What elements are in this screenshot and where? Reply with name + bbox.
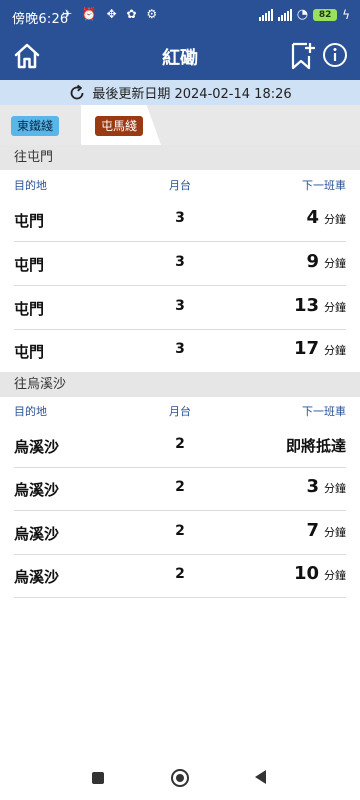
status-time: 傍晚6:26 <box>12 12 69 27</box>
eta-minutes: 10 <box>293 563 319 584</box>
system-nav-bar <box>0 752 360 800</box>
eta-unit: 分鐘 <box>324 526 346 539</box>
eta-minutes: 7 <box>306 520 319 541</box>
back-icon[interactable] <box>255 770 266 784</box>
eta: 17 分鐘 <box>294 338 346 359</box>
last-update-bar[interactable]: 最後更新日期 2024-02-14 18:26 <box>0 80 360 105</box>
status-right: ◔ 82 ϟ <box>258 7 350 22</box>
cell-signal-2-icon <box>277 8 292 21</box>
direction-title: 往烏溪沙 <box>14 377 67 392</box>
eta: 9 分鐘 <box>306 251 346 272</box>
platform: 2 <box>175 523 185 539</box>
notification-icons: ✈ ⏰ ✥ ✿ ⚙ <box>62 7 161 21</box>
arriving-status: 即將抵達 <box>285 437 346 455</box>
eta: 3 分鐘 <box>306 476 346 497</box>
tab-tuen-ma-line[interactable]: 屯馬綫 <box>95 116 144 136</box>
eta-minutes: 3 <box>306 476 319 497</box>
eta: 即將抵達 <box>285 433 346 455</box>
platform: 2 <box>175 479 185 495</box>
eta-minutes: 9 <box>306 251 319 272</box>
train-row: 屯門 3 4 分鐘 <box>14 198 346 242</box>
eta-unit: 分鐘 <box>324 482 346 495</box>
eta-minutes: 4 <box>306 207 319 228</box>
column-header: 目的地 月台 下一班車 <box>0 396 360 424</box>
tab-east-rail-line[interactable]: 東鐵綫 <box>11 116 60 136</box>
eta-unit: 分鐘 <box>324 569 346 582</box>
train-row: 烏溪沙 2 10 分鐘 <box>14 554 346 598</box>
status-bar: 傍晚6:26 ✈ ⏰ ✥ ✿ ⚙ ◔ 82 ϟ <box>0 0 360 32</box>
add-bookmark-icon[interactable] <box>290 41 316 71</box>
wifi-icon: ◔ <box>296 7 309 22</box>
direction-title: 往屯門 <box>14 150 54 165</box>
eta-minutes: 13 <box>293 295 319 316</box>
recent-apps-icon[interactable] <box>92 772 104 784</box>
eta-unit: 分鐘 <box>324 213 346 226</box>
col-next-train: 下一班車 <box>302 405 346 418</box>
refresh-icon[interactable] <box>68 84 86 102</box>
eta-unit: 分鐘 <box>324 301 346 314</box>
train-row: 烏溪沙 2 3 分鐘 <box>14 467 346 511</box>
platform: 3 <box>175 254 185 270</box>
train-row: 屯門 3 17 分鐘 <box>14 329 346 373</box>
eta: 7 分鐘 <box>306 520 346 541</box>
direction-header: 往屯門 <box>0 145 360 170</box>
train-row: 烏溪沙 2 即將抵達 <box>14 424 346 468</box>
line-tabs: 東鐵綫 屯馬綫 <box>0 105 360 145</box>
charging-icon: ϟ <box>342 7 350 22</box>
eta-unit: 分鐘 <box>324 257 346 270</box>
home-nav-icon[interactable] <box>171 769 189 787</box>
info-icon[interactable] <box>322 42 348 68</box>
platform: 3 <box>175 210 185 226</box>
eta: 4 分鐘 <box>306 207 346 228</box>
battery-icon: 82 <box>313 8 338 21</box>
train-row: 烏溪沙 2 7 分鐘 <box>14 511 346 555</box>
col-next-train: 下一班車 <box>302 179 346 192</box>
train-row: 屯門 3 9 分鐘 <box>14 242 346 286</box>
eta: 10 分鐘 <box>294 563 346 584</box>
eta-unit: 分鐘 <box>324 344 346 357</box>
app-header: 紅磡 <box>0 32 360 80</box>
train-row: 屯門 3 13 分鐘 <box>14 286 346 330</box>
column-header: 目的地 月台 下一班車 <box>0 170 360 198</box>
eta: 13 分鐘 <box>294 295 346 316</box>
cell-signal-icon <box>258 8 273 21</box>
direction-header: 往烏溪沙 <box>0 372 360 397</box>
last-update-text: 最後更新日期 2024-02-14 18:26 <box>92 87 292 102</box>
eta-minutes: 17 <box>293 338 319 359</box>
